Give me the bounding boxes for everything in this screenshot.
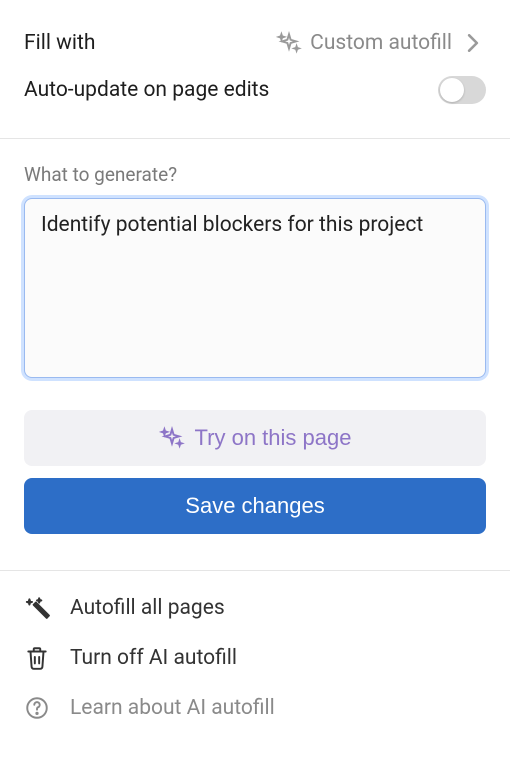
- learn-option[interactable]: Learn about AI autofill: [24, 683, 486, 733]
- prompt-label: What to generate?: [24, 163, 486, 186]
- auto-update-toggle[interactable]: [438, 76, 486, 104]
- divider: [0, 570, 510, 571]
- try-button[interactable]: Try on this page: [24, 410, 486, 466]
- fill-with-label: Fill with: [24, 31, 95, 55]
- auto-update-row: Auto-update on page edits: [24, 66, 486, 114]
- fill-with-value-text: Custom autofill: [310, 31, 452, 55]
- prompt-input[interactable]: Identify potential blockers for this pro…: [24, 198, 486, 378]
- button-group: Try on this page Save changes: [24, 410, 486, 534]
- save-button[interactable]: Save changes: [24, 478, 486, 534]
- try-button-label: Try on this page: [195, 425, 352, 451]
- autofill-all-label: Autofill all pages: [70, 596, 225, 620]
- settings-section: Fill with Custom autofill Auto-update on…: [0, 0, 510, 134]
- sparkle-icon: [276, 30, 302, 56]
- save-button-label: Save changes: [185, 493, 324, 519]
- autofill-all-option[interactable]: Autofill all pages: [24, 583, 486, 633]
- fill-with-row[interactable]: Fill with Custom autofill: [24, 20, 486, 66]
- turn-off-label: Turn off AI autofill: [70, 646, 237, 670]
- divider: [0, 138, 510, 139]
- turn-off-option[interactable]: Turn off AI autofill: [24, 633, 486, 683]
- fill-with-selector[interactable]: Custom autofill: [276, 30, 486, 56]
- sparkle-icon: [159, 425, 185, 451]
- chevron-right-icon: [460, 30, 486, 56]
- prompt-section: What to generate? Identify potential blo…: [0, 143, 510, 566]
- auto-update-label: Auto-update on page edits: [24, 78, 269, 102]
- sparkle-wand-icon: [24, 595, 50, 621]
- trash-icon: [24, 645, 50, 671]
- help-icon: [24, 695, 50, 721]
- learn-label: Learn about AI autofill: [70, 696, 275, 720]
- options-section: Autofill all pages Turn off AI autofill …: [0, 575, 510, 753]
